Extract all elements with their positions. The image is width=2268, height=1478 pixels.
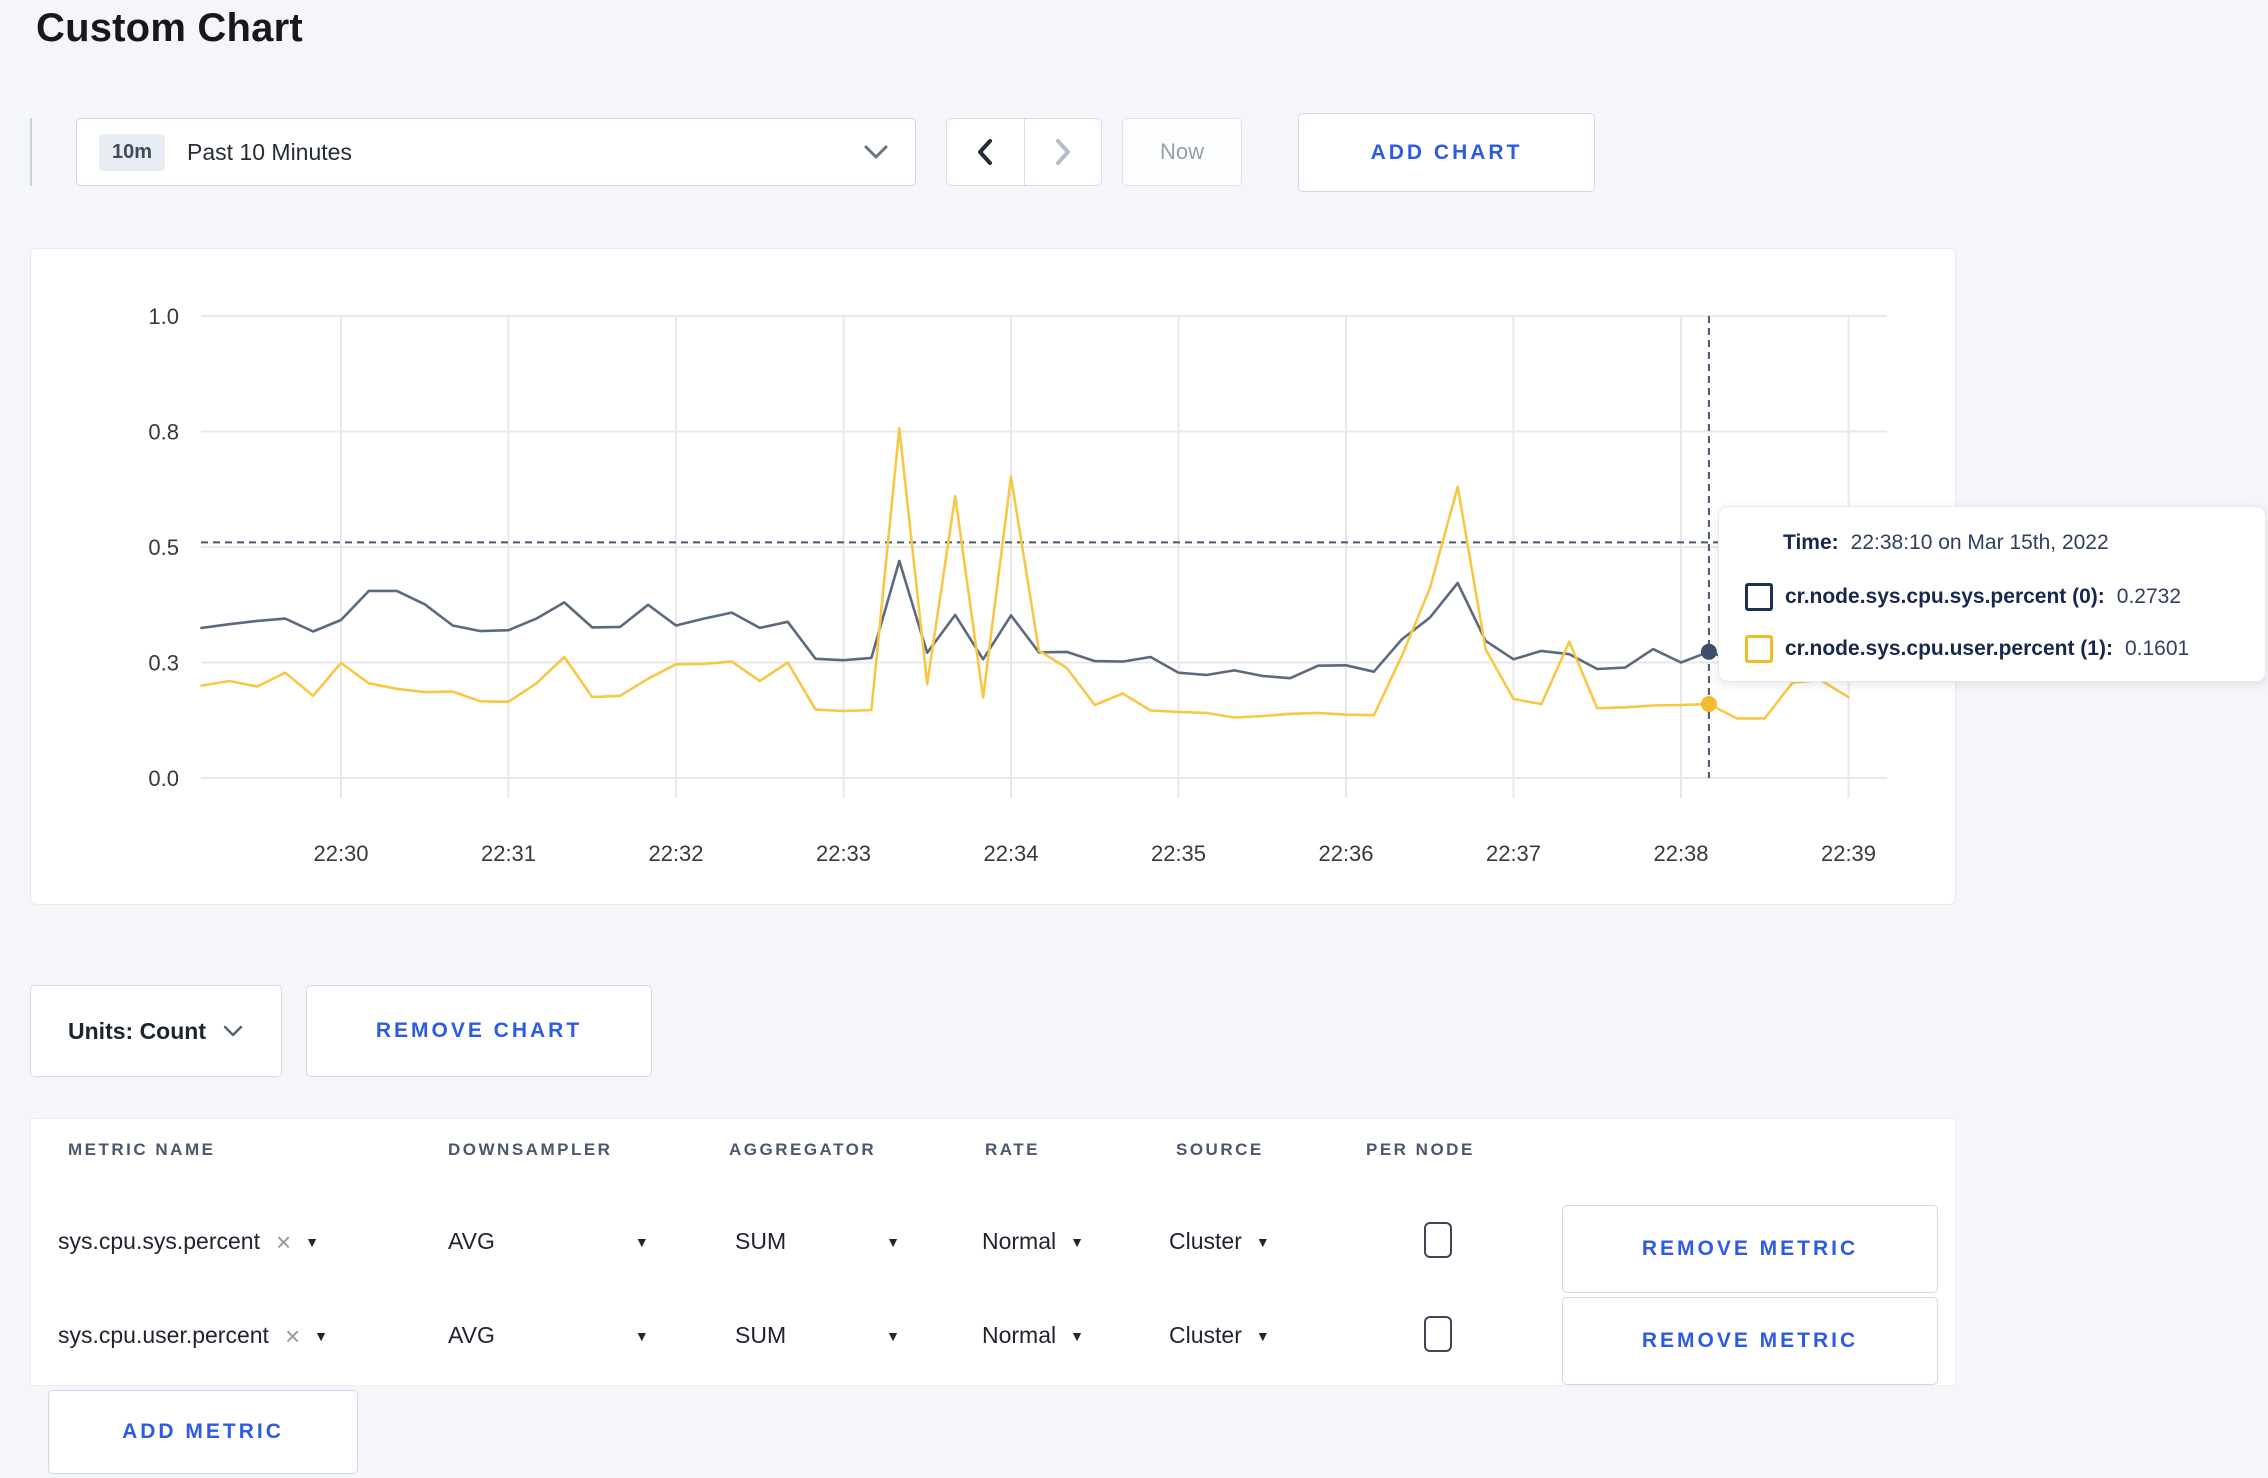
svg-text:22:38: 22:38 (1653, 841, 1708, 866)
now-button[interactable]: Now (1122, 118, 1242, 186)
aggregator-dropdown[interactable]: SUM ▼ (735, 1228, 900, 1255)
downsampler-dropdown[interactable]: AVG ▼ (448, 1322, 649, 1349)
svg-text:22:34: 22:34 (983, 841, 1038, 866)
time-nav (946, 118, 1102, 186)
add-chart-button[interactable]: ADD CHART (1298, 113, 1595, 192)
chevron-left-icon (978, 139, 993, 165)
tooltip-series-user-label: cr.node.sys.cpu.user.percent (1): (1785, 637, 2113, 660)
source-value: Cluster (1169, 1322, 1242, 1348)
clear-metric-icon[interactable]: × (285, 1323, 300, 1349)
svg-text:0.0: 0.0 (148, 766, 179, 791)
chevron-down-icon (223, 1025, 243, 1037)
aggregator-dropdown[interactable]: SUM ▼ (735, 1322, 900, 1349)
svg-text:22:35: 22:35 (1151, 841, 1206, 866)
metric-name-dropdown[interactable]: sys.cpu.sys.percent × ▼ (58, 1228, 319, 1255)
tooltip-series-sys-label: cr.node.sys.cpu.sys.percent (0): (1785, 585, 2105, 608)
caret-down-icon: ▼ (886, 1327, 900, 1344)
aggregator-value: SUM (735, 1228, 787, 1254)
series-sys-legend-swatch-icon (1745, 583, 1773, 611)
caret-down-icon: ▼ (305, 1233, 320, 1250)
svg-text:22:37: 22:37 (1486, 841, 1541, 866)
tooltip-series-user-value: 0.1601 (2124, 637, 2190, 660)
caret-down-icon: ▼ (1070, 1327, 1084, 1344)
downsampler-dropdown[interactable]: AVG ▼ (448, 1228, 649, 1255)
caret-down-icon: ▼ (634, 1327, 649, 1344)
caret-down-icon: ▼ (886, 1233, 900, 1250)
tooltip-time-label: Time: (1783, 531, 1839, 554)
remove-metric-button[interactable]: REMOVE METRIC (1562, 1297, 1938, 1385)
next-interval-button[interactable] (1025, 119, 1102, 185)
per-node-checkbox[interactable] (1424, 1316, 1452, 1352)
col-header-source: SOURCE (1176, 1140, 1264, 1159)
svg-text:0.3: 0.3 (148, 651, 179, 676)
caret-down-icon: ▼ (1255, 1233, 1270, 1250)
units-select[interactable]: Units: Count (30, 985, 282, 1077)
chart-plot[interactable]: 0.0 0.3 0.5 0.8 1.0 22:30 22:31 22:32 22:33 22:34… (31, 249, 1955, 904)
source-dropdown[interactable]: Cluster ▼ (1169, 1322, 1270, 1349)
rate-dropdown[interactable]: Normal ▼ (982, 1228, 1084, 1255)
svg-text:22:30: 22:30 (313, 841, 368, 866)
col-header-rate: RATE (985, 1140, 1041, 1159)
svg-text:22:39: 22:39 (1821, 841, 1876, 866)
units-label: Units: Count (68, 1017, 206, 1044)
prev-interval-button[interactable] (947, 119, 1025, 185)
metric-name-dropdown[interactable]: sys.cpu.user.percent × ▼ (58, 1322, 328, 1349)
source-value: Cluster (1169, 1228, 1242, 1254)
svg-text:22:36: 22:36 (1318, 841, 1373, 866)
col-header-per-node: PER NODE (1366, 1140, 1475, 1159)
caret-down-icon: ▼ (314, 1327, 328, 1344)
page-title: Custom Chart (36, 6, 303, 50)
custom-chart-page: Custom Chart 10m Past 10 Minutes Now ADD… (0, 0, 2268, 1478)
caret-down-icon: ▼ (1070, 1233, 1084, 1250)
timescale-select[interactable]: 10m Past 10 Minutes (76, 118, 916, 186)
svg-text:22:32: 22:32 (648, 841, 703, 866)
caret-down-icon: ▼ (634, 1233, 649, 1250)
metric-name-value: sys.cpu.user.percent (58, 1322, 269, 1348)
caret-down-icon: ▼ (1255, 1327, 1270, 1344)
chevron-right-icon (1055, 139, 1070, 165)
col-header-downsampler: DOWNSAMPLER (448, 1140, 613, 1159)
rate-value: Normal (982, 1228, 1057, 1254)
aggregator-value: SUM (735, 1322, 787, 1348)
timescale-label: Past 10 Minutes (187, 138, 352, 165)
remove-metric-button[interactable]: REMOVE METRIC (1562, 1205, 1938, 1293)
clear-metric-icon[interactable]: × (276, 1229, 291, 1255)
chevron-down-icon (863, 144, 889, 160)
metric-name-value: sys.cpu.sys.percent (58, 1228, 260, 1254)
col-header-aggregator: AGGREGATOR (729, 1140, 877, 1159)
series-user-legend-swatch-icon (1745, 635, 1773, 663)
svg-text:22:33: 22:33 (816, 841, 871, 866)
chart-tooltip: Time: 22:38:10 on Mar 15th, 2022 cr.node… (1718, 506, 2266, 682)
rate-dropdown[interactable]: Normal ▼ (982, 1322, 1084, 1349)
toolbar-divider (30, 118, 32, 186)
timescale-badge: 10m (99, 133, 166, 171)
tooltip-time-value: 22:38:10 on Mar 15th, 2022 (1850, 531, 2109, 554)
svg-text:0.5: 0.5 (148, 535, 179, 560)
svg-text:0.8: 0.8 (148, 420, 179, 445)
col-header-metric-name: METRIC NAME (68, 1140, 216, 1159)
downsampler-value: AVG (448, 1228, 495, 1254)
add-metric-button[interactable]: ADD METRIC (48, 1390, 358, 1474)
tooltip-series-sys-value: 0.2732 (2116, 585, 2182, 608)
svg-text:22:31: 22:31 (481, 841, 536, 866)
chart-card: 0.0 0.3 0.5 0.8 1.0 22:30 22:31 22:32 22:33 22:34… (30, 248, 1956, 905)
svg-text:1.0: 1.0 (148, 304, 179, 329)
per-node-checkbox[interactable] (1424, 1222, 1452, 1258)
source-dropdown[interactable]: Cluster ▼ (1169, 1228, 1270, 1255)
remove-chart-button[interactable]: REMOVE CHART (306, 985, 652, 1077)
rate-value: Normal (982, 1322, 1057, 1348)
downsampler-value: AVG (448, 1322, 495, 1348)
